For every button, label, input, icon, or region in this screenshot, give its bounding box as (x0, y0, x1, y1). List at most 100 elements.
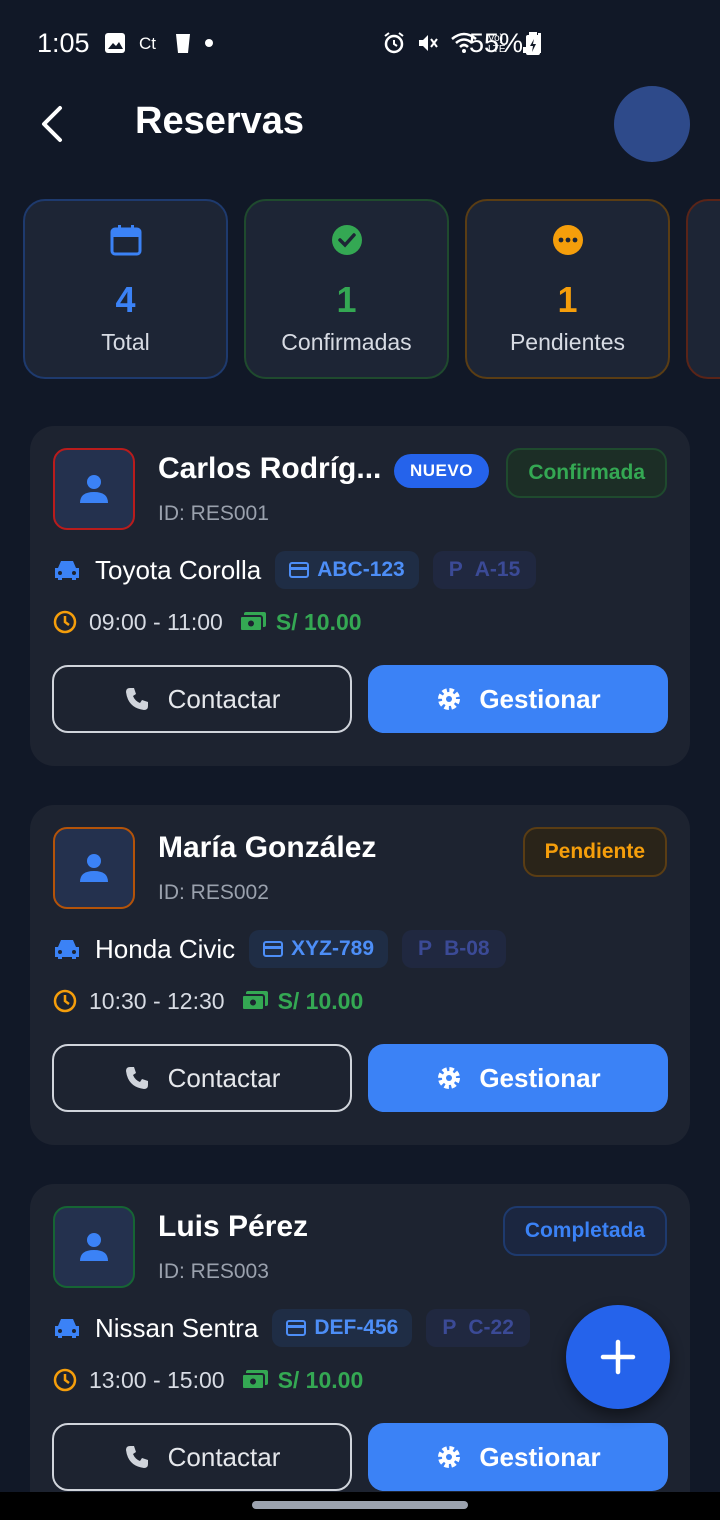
more-circle-icon (552, 225, 583, 255)
gear-icon (438, 688, 461, 710)
contact-label: Contactar (167, 1062, 281, 1093)
reservation-id: ID: RES003 (158, 1260, 269, 1283)
parking-spot: A-15 (474, 558, 521, 581)
stat-confirmed-label: Confirmadas (281, 329, 412, 355)
price: S/ 10.00 (277, 1366, 364, 1393)
parking-spot: C-22 (468, 1316, 514, 1339)
contact-button[interactable]: Contactar (52, 1423, 352, 1491)
plate-badge: ABC-123 (275, 551, 419, 589)
page-title: Reservas (135, 100, 305, 142)
manage-button[interactable]: Gestionar (368, 1423, 668, 1491)
stat-card-pending[interactable]: 1 Pendientes (465, 199, 670, 379)
contact-button[interactable]: Contactar (52, 1044, 352, 1112)
mute-icon (419, 35, 438, 51)
card-icon (289, 562, 310, 578)
customer-avatar (53, 448, 135, 530)
card-icon (263, 941, 284, 957)
manage-label: Gestionar (479, 1441, 601, 1472)
time-range: 10:30 - 12:30 (89, 987, 225, 1014)
manage-button[interactable]: Gestionar (368, 1044, 668, 1112)
battery-percent: 55% (469, 28, 524, 58)
plate-number: XYZ-789 (291, 937, 375, 960)
time-row: 10:30 - 12:30 S/ 10.00 (53, 983, 363, 1019)
contact-button[interactable]: Contactar (52, 665, 352, 733)
customer-avatar (53, 1206, 135, 1288)
customer-name: Carlos Rodríg... (158, 452, 382, 485)
status-left-icons: Ct (104, 31, 214, 55)
vehicle-row: Honda Civic XYZ-789 P B-08 (53, 929, 506, 969)
status-badge: Pendiente (522, 827, 667, 877)
check-circle-icon (331, 225, 362, 255)
plus-icon (600, 1339, 636, 1375)
status-bar: 1:05 Ct Vo) LTE 55% (0, 0, 720, 88)
stat-total-label: Total (101, 329, 150, 355)
parking-spot-badge: P A-15 (432, 551, 537, 589)
time-row: 13:00 - 15:00 S/ 10.00 (53, 1362, 363, 1398)
clock-icon (53, 989, 77, 1013)
dot-icon (205, 39, 213, 47)
stat-total-value: 4 (115, 279, 136, 320)
stat-pending-value: 1 (557, 279, 578, 320)
gear-icon (438, 1067, 461, 1089)
plate-badge: XYZ-789 (249, 930, 389, 968)
back-button[interactable] (38, 104, 68, 144)
status-time: 1:05 (37, 28, 90, 58)
gear-icon (438, 1446, 461, 1468)
cup-icon (176, 34, 190, 53)
stat-card-partial[interactable] (686, 199, 720, 379)
system-nav-bar (0, 1492, 720, 1520)
gallery-icon (105, 33, 125, 53)
time-range: 13:00 - 15:00 (89, 1366, 225, 1393)
battery-icon (526, 32, 540, 55)
svg-text:Ct: Ct (139, 34, 156, 53)
phone-icon (125, 1067, 148, 1089)
customer-name: María González (158, 831, 377, 864)
vehicle-row: Nissan Sentra DEF-456 P C-22 (53, 1308, 530, 1348)
stat-card-confirmed[interactable]: 1 Confirmadas (244, 199, 449, 379)
car-model: Honda Civic (95, 933, 236, 964)
time-row: 09:00 - 11:00 S/ 10.00 (53, 604, 362, 640)
reservation-id: ID: RES002 (158, 881, 269, 904)
car-icon (55, 561, 79, 580)
profile-avatar[interactable] (614, 86, 690, 162)
parking-letter: P (418, 937, 433, 960)
plate-badge: DEF-456 (272, 1309, 413, 1347)
person-icon (80, 475, 108, 503)
card-icon (286, 1320, 307, 1336)
add-reservation-button[interactable] (566, 1305, 670, 1409)
parking-letter: P (448, 558, 463, 581)
customer-avatar (53, 827, 135, 909)
stats-row[interactable]: 4 Total 1 Confirmadas 1 Pendientes (23, 199, 720, 380)
person-icon (80, 854, 108, 882)
person-icon (80, 1233, 108, 1261)
car-icon (55, 1319, 79, 1338)
stat-confirmed-value: 1 (336, 279, 357, 320)
time-range: 09:00 - 11:00 (89, 608, 223, 635)
customer-name: Luis Pérez (158, 1210, 309, 1243)
ct-icon: Ct (139, 34, 156, 53)
manage-label: Gestionar (479, 1062, 601, 1093)
home-handle[interactable] (252, 1501, 468, 1509)
parking-spot-badge: P B-08 (402, 930, 506, 968)
reservation-card: Carlos Rodríg... ID: RES001 NUEVO Confir… (30, 426, 690, 766)
parking-spot-badge: P C-22 (426, 1309, 530, 1347)
reservation-card: María González ID: RES002 Pendiente Hond… (30, 805, 690, 1145)
parking-letter: P (442, 1316, 457, 1339)
plate-number: ABC-123 (317, 558, 405, 581)
car-model: Toyota Corolla (95, 554, 262, 585)
status-badge: Completada (502, 1206, 667, 1256)
parking-spot: B-08 (444, 937, 490, 960)
stat-card-total[interactable]: 4 Total (23, 199, 228, 379)
money-icon (240, 991, 268, 1011)
reservation-id: ID: RES001 (158, 502, 269, 525)
phone-icon (125, 1446, 148, 1468)
money-icon (238, 612, 266, 632)
plate-number: DEF-456 (314, 1316, 399, 1339)
contact-label: Contactar (167, 683, 281, 714)
car-model: Nissan Sentra (95, 1312, 259, 1343)
phone-icon (125, 688, 148, 710)
manage-label: Gestionar (479, 683, 601, 714)
manage-button[interactable]: Gestionar (368, 665, 668, 733)
clock-icon (53, 610, 77, 634)
clock-icon (53, 1368, 77, 1392)
